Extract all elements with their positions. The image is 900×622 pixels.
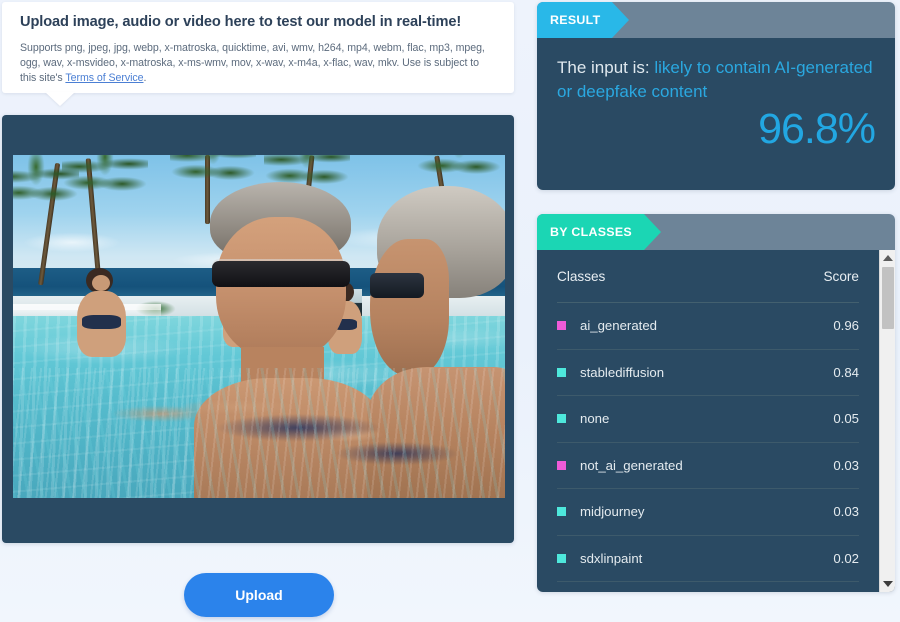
- result-prefix: The input is:: [557, 58, 655, 77]
- photo-sunglasses: [370, 273, 424, 299]
- table-row: none 0.05: [557, 396, 859, 443]
- table-row: not_ai_generated 0.03: [557, 443, 859, 489]
- class-name: stablediffusion: [580, 364, 665, 380]
- class-score: 0.02: [833, 550, 859, 566]
- photo-bg-swimmer: [67, 268, 136, 358]
- result-statement: The input is: likely to contain AI-gener…: [557, 56, 875, 104]
- page-title: Upload image, audio or video here to tes…: [20, 14, 462, 30]
- result-panel: RESULT The input is: likely to contain A…: [537, 2, 895, 190]
- photo-palm-fronds: [62, 155, 149, 199]
- photo-palm-fronds: [416, 155, 503, 182]
- classes-scrollbar[interactable]: [879, 250, 895, 592]
- upload-button[interactable]: Upload: [184, 573, 334, 617]
- supported-formats-after-link: .: [143, 72, 147, 85]
- class-score: 0.96: [833, 318, 859, 334]
- supported-formats-text: Supports png, jpeg, jpg, webp, x-matrosk…: [20, 41, 496, 87]
- by-classes-tab-label: BY CLASSES: [550, 225, 632, 239]
- result-confidence-score: 96.8%: [758, 105, 876, 154]
- class-score: 0.05: [833, 411, 859, 427]
- class-color-swatch: [557, 553, 566, 563]
- classes-table: Classes Score ai_generated 0.96 stablediff…: [537, 250, 879, 592]
- result-tab-label: RESULT: [550, 13, 601, 27]
- photo-man-face: [215, 217, 346, 360]
- classes-table-header: Classes Score: [557, 250, 859, 303]
- class-color-swatch: [557, 414, 566, 424]
- class-name: midjourney: [580, 504, 645, 520]
- class-score: 0.03: [833, 457, 859, 473]
- class-color-swatch: [557, 321, 566, 331]
- chevron-up-icon[interactable]: [883, 255, 893, 261]
- result-panel-header: RESULT: [537, 2, 895, 38]
- photo-water-surface-sheen: [13, 367, 505, 498]
- column-header-score: Score: [823, 268, 859, 284]
- chevron-down-icon[interactable]: [883, 581, 893, 587]
- photo-sunglasses: [211, 261, 350, 287]
- class-name: ai_generated: [580, 318, 657, 334]
- image-preview-panel: [2, 115, 514, 543]
- by-classes-tab: BY CLASSES: [537, 214, 661, 250]
- info-card-pointer: [45, 92, 75, 106]
- upload-info-card: Upload image, audio or video here to tes…: [2, 2, 514, 93]
- table-row: stablediffusion 0.84: [557, 350, 859, 396]
- terms-of-service-link[interactable]: Terms of Service: [65, 72, 143, 84]
- uploaded-image[interactable]: [13, 155, 505, 498]
- by-classes-panel-header: BY CLASSES: [537, 214, 895, 250]
- class-color-swatch: [557, 507, 566, 517]
- by-classes-panel-body: Classes Score ai_generated 0.96 stablediff…: [537, 250, 895, 592]
- table-row: ai_generated 0.96: [557, 303, 859, 350]
- class-color-swatch: [557, 367, 566, 377]
- photo-man-face: [370, 238, 450, 377]
- scrollbar-thumb[interactable]: [882, 267, 894, 329]
- class-score: 0.03: [833, 504, 859, 520]
- table-row: sdxlinpaint 0.02: [557, 536, 859, 582]
- class-color-swatch: [557, 460, 566, 470]
- by-classes-panel: BY CLASSES Classes Score ai_generated 0.9…: [537, 214, 895, 592]
- column-header-classes: Classes: [557, 268, 606, 284]
- upload-column: Upload image, audio or video here to tes…: [0, 0, 530, 622]
- class-name: sdxlinpaint: [580, 550, 643, 566]
- class-name: none: [580, 411, 610, 427]
- table-row: midjourney 0.03: [557, 489, 859, 536]
- class-score: 0.84: [833, 364, 859, 380]
- classes-table-rows: ai_generated 0.96 stablediffusion 0.84 none 0…: [557, 303, 859, 582]
- result-tab: RESULT: [537, 2, 631, 38]
- result-panel-body: The input is: likely to contain AI-gener…: [537, 38, 895, 190]
- class-name: not_ai_generated: [580, 457, 683, 473]
